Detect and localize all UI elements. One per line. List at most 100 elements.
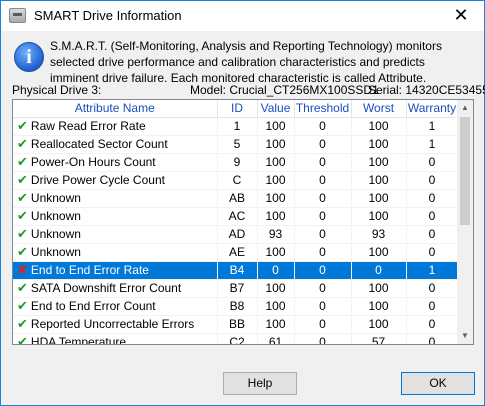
column-header-worst[interactable]: Worst — [351, 100, 407, 118]
attribute-name: End to End Error Rate — [30, 262, 149, 277]
table-row[interactable]: ✔ Raw Read Error Rate 1 100 0 100 1 — [13, 117, 459, 136]
attribute-id-cell: B7 — [217, 279, 258, 298]
attribute-name-cell: ✔ Reported Uncorrectable Errors — [13, 315, 218, 334]
attribute-name-cell: ✔ Reallocated Sector Count — [13, 135, 218, 154]
column-header-threshold[interactable]: Threshold — [294, 100, 352, 118]
attribute-name-cell: ✘ End to End Error Rate — [13, 261, 218, 280]
attributes-list[interactable]: Attribute Name ID Value Threshold Worst … — [12, 99, 474, 345]
attribute-id-cell: AE — [217, 243, 258, 262]
attributes-table: Attribute Name ID Value Threshold Worst … — [13, 100, 459, 345]
table-row[interactable]: ✔ Power-On Hours Count 9 100 0 100 0 — [13, 153, 459, 172]
check-icon: ✔ — [17, 172, 28, 188]
attribute-worst-cell: 100 — [351, 171, 407, 190]
attribute-worst-cell: 0 — [351, 261, 407, 280]
attribute-worst-cell: 100 — [351, 135, 407, 154]
table-row[interactable]: ✔ SATA Downshift Error Count B7 100 0 100 0 — [13, 279, 459, 298]
attribute-name: Reallocated Sector Count — [30, 136, 168, 151]
attribute-threshold-cell: 0 — [294, 207, 352, 226]
attribute-name: Unknown — [30, 244, 81, 259]
attribute-name-cell: ✔ Unknown — [13, 189, 218, 208]
scrollbar-thumb[interactable] — [460, 117, 470, 225]
physical-drive-label: Physical Drive 3: — [12, 83, 102, 97]
check-icon: ✔ — [17, 244, 28, 260]
attribute-worst-cell: 100 — [351, 315, 407, 334]
attribute-threshold-cell: 0 — [294, 153, 352, 172]
attribute-name: Unknown — [30, 190, 81, 205]
column-header-attribute-name[interactable]: Attribute Name — [13, 100, 218, 118]
scroll-down-icon[interactable]: ▼ — [457, 328, 473, 344]
error-x-icon: ✘ — [17, 262, 28, 278]
model-label: Model: Crucial_CT256MX100SSD1 — [190, 83, 379, 97]
attribute-worst-cell: 100 — [351, 117, 407, 136]
check-icon: ✔ — [17, 190, 28, 206]
attribute-id-cell: 1 — [217, 117, 258, 136]
scroll-up-icon[interactable]: ▲ — [457, 100, 473, 116]
check-icon: ✔ — [17, 226, 28, 242]
attribute-value-cell: 93 — [257, 225, 295, 244]
title-bar: SMART Drive Information ✕ — [1, 1, 484, 31]
check-icon: ✔ — [17, 118, 28, 134]
attribute-name: HDA Temperature — [30, 334, 127, 345]
attribute-threshold-cell: 0 — [294, 261, 352, 280]
attribute-value-cell: 100 — [257, 153, 295, 172]
attribute-name-cell: ✔ Raw Read Error Rate — [13, 117, 218, 136]
attribute-name: Raw Read Error Rate — [30, 118, 146, 133]
table-row[interactable]: ✔ Unknown AE 100 0 100 0 — [13, 243, 459, 262]
column-header-warranty[interactable]: Warranty — [406, 100, 459, 118]
check-icon: ✔ — [17, 334, 28, 345]
attribute-warranty-cell: 0 — [406, 225, 459, 244]
attribute-worst-cell: 100 — [351, 207, 407, 226]
table-header-row: Attribute Name ID Value Threshold Worst … — [13, 100, 459, 118]
attribute-worst-cell: 100 — [351, 279, 407, 298]
attributes-table-body: ✔ Raw Read Error Rate 1 100 0 100 1 ✔ Reallocate… — [13, 117, 459, 345]
attribute-warranty-cell: 0 — [406, 243, 459, 262]
attribute-warranty-cell: 0 — [406, 279, 459, 298]
attribute-name-cell: ✔ Drive Power Cycle Count — [13, 171, 218, 190]
close-button[interactable]: ✕ — [444, 2, 478, 30]
attribute-name-cell: ✔ Unknown — [13, 225, 218, 244]
vertical-scrollbar[interactable]: ▲ ▼ — [457, 100, 473, 344]
table-row[interactable]: ✔ End to End Error Count B8 100 0 100 0 — [13, 297, 459, 316]
attribute-threshold-cell: 0 — [294, 117, 352, 136]
attribute-name-cell: ✔ End to End Error Count — [13, 297, 218, 316]
attribute-value-cell: 100 — [257, 117, 295, 136]
column-header-id[interactable]: ID — [217, 100, 258, 118]
attribute-id-cell: BB — [217, 315, 258, 334]
info-description: S.M.A.R.T. (Self-Monitoring, Analysis an… — [50, 39, 442, 85]
attribute-warranty-cell: 0 — [406, 333, 459, 344]
table-row[interactable]: ✔ Unknown AC 100 0 100 0 — [13, 207, 459, 226]
attribute-threshold-cell: 0 — [294, 243, 352, 262]
attribute-value-cell: 100 — [257, 279, 295, 298]
help-button[interactable]: Help — [223, 372, 297, 395]
table-row[interactable]: ✔ Reported Uncorrectable Errors BB 100 0 100 0 — [13, 315, 459, 334]
table-row[interactable]: ✔ HDA Temperature C2 61 0 57 0 — [13, 333, 459, 345]
attribute-id-cell: 5 — [217, 135, 258, 154]
table-row[interactable]: ✔ Unknown AD 93 0 93 0 — [13, 225, 459, 244]
ok-button[interactable]: OK — [401, 372, 475, 395]
attribute-id-cell: AD — [217, 225, 258, 244]
attribute-warranty-cell: 0 — [406, 297, 459, 316]
attribute-threshold-cell: 0 — [294, 189, 352, 208]
attribute-threshold-cell: 0 — [294, 135, 352, 154]
attribute-name: Unknown — [30, 208, 81, 223]
window-title: SMART Drive Information — [34, 8, 182, 23]
attribute-threshold-cell: 0 — [294, 279, 352, 298]
attribute-threshold-cell: 0 — [294, 171, 352, 190]
attribute-id-cell: B8 — [217, 297, 258, 316]
attribute-value-cell: 61 — [257, 333, 295, 344]
attribute-name: Drive Power Cycle Count — [30, 172, 165, 187]
attribute-id-cell: AC — [217, 207, 258, 226]
table-row[interactable]: ✔ Unknown AB 100 0 100 0 — [13, 189, 459, 208]
check-icon: ✔ — [17, 136, 28, 152]
table-row[interactable]: ✔ Drive Power Cycle Count C 100 0 100 0 — [13, 171, 459, 190]
attribute-worst-cell: 57 — [351, 333, 407, 344]
attribute-name-cell: ✔ Unknown — [13, 243, 218, 262]
drive-info-row: Physical Drive 3: Model: Crucial_CT256MX… — [12, 83, 485, 97]
attribute-warranty-cell: 0 — [406, 189, 459, 208]
check-icon: ✔ — [17, 154, 28, 170]
table-row[interactable]: ✘ End to End Error Rate B4 0 0 0 1 — [13, 261, 459, 280]
column-header-value[interactable]: Value — [257, 100, 295, 118]
drive-icon — [9, 8, 26, 23]
attribute-threshold-cell: 0 — [294, 225, 352, 244]
table-row[interactable]: ✔ Reallocated Sector Count 5 100 0 100 1 — [13, 135, 459, 154]
